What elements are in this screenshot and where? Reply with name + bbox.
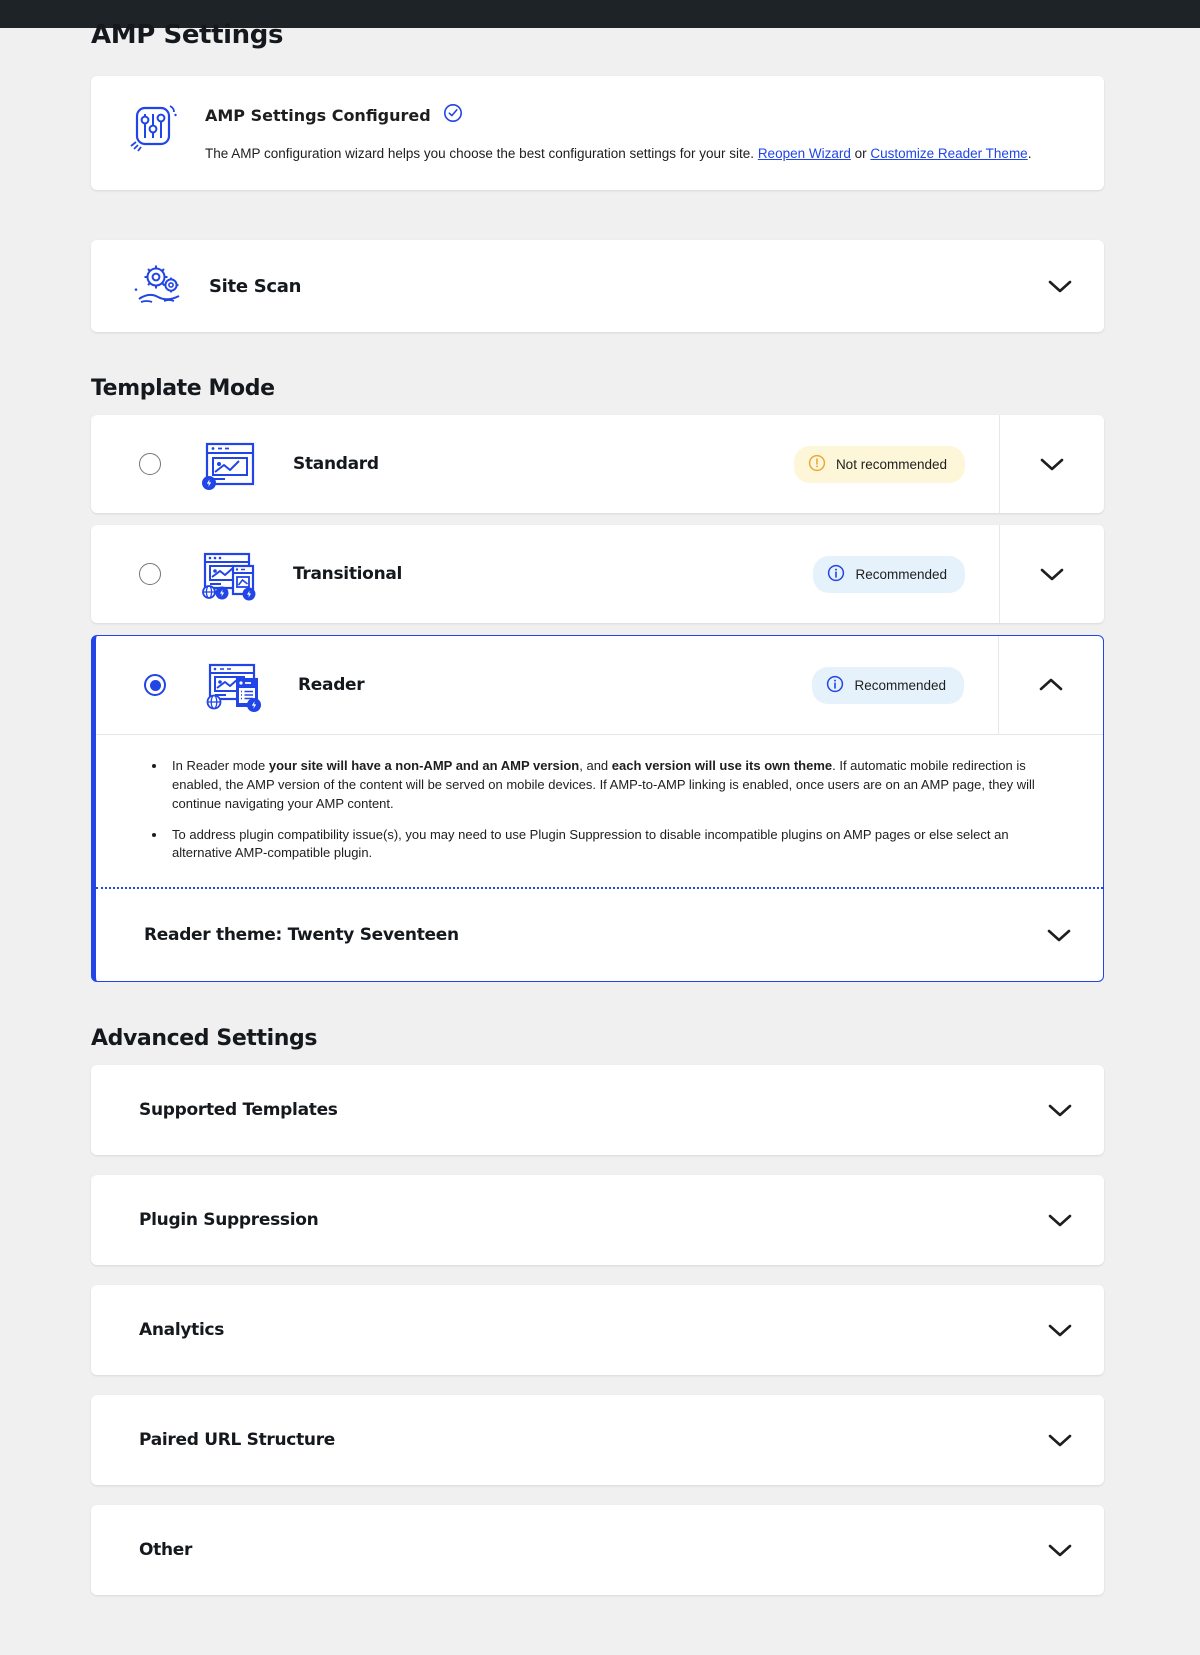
mode-toggle-standard[interactable] (999, 415, 1104, 514)
accordion-label: Other (139, 1540, 193, 1561)
accordion-plugin-suppression[interactable]: Plugin Suppression (91, 1175, 1104, 1266)
desc-text-after: . (1027, 146, 1032, 162)
mode-label-transitional: Transitional (293, 564, 403, 585)
mode-toggle-transitional[interactable] (999, 525, 1104, 624)
site-scan-label: Site Scan (209, 275, 302, 297)
transitional-mode-icon (197, 546, 261, 602)
advanced-settings-title: Advanced Settings (91, 1026, 318, 1052)
customize-reader-theme-link[interactable]: Customize Reader Theme (870, 146, 1027, 161)
amp-configured-card: AMP Settings Configured The AMP configur… (91, 76, 1104, 191)
accordion-label: Analytics (139, 1320, 225, 1341)
template-mode-title: Template Mode (91, 376, 275, 402)
radio-transitional[interactable] (139, 563, 161, 586)
reopen-wizard-link[interactable]: Reopen Wizard (758, 146, 851, 161)
mode-label-standard: Standard (293, 454, 379, 475)
chevron-down-icon[interactable] (1038, 455, 1066, 473)
mode-row[interactable]: Transitional Recommended (91, 525, 1104, 624)
template-mode-option-standard[interactable]: Standard Not recommended (91, 415, 1104, 514)
chevron-up-icon[interactable] (1037, 676, 1065, 694)
configured-heading-text: AMP Settings Configured (205, 105, 431, 125)
chevron-down-icon[interactable] (1046, 1101, 1074, 1119)
list-item: To address plugin compatibility issue(s)… (144, 826, 1063, 863)
template-mode-option-transitional[interactable]: Transitional Recommended (91, 525, 1104, 624)
exclamation-circle-icon (808, 454, 826, 475)
accordion-label: Paired URL Structure (139, 1430, 336, 1451)
bullet1-bold-2: each version will use its own theme (611, 758, 833, 774)
chevron-down-icon[interactable] (1046, 1321, 1074, 1339)
configured-body: AMP Settings Configured The AMP configur… (205, 98, 1031, 164)
bullet1-text-2: , and (579, 758, 612, 774)
reader-mode-details: In Reader mode your site will have a non… (96, 734, 1103, 887)
status-badge-text: Not recommended (835, 456, 947, 472)
mode-toggle-reader[interactable] (998, 636, 1103, 735)
gears-scan-icon (133, 261, 187, 312)
list-item: In Reader mode your site will have a non… (144, 757, 1063, 813)
reader-mode-icon (202, 657, 266, 713)
status-badge-text: Recommended (854, 677, 946, 693)
sliders-icon (123, 98, 181, 161)
site-scan-panel[interactable]: Site Scan (91, 240, 1104, 333)
bullet1-bold-1: your site will have a non-AMP and an AMP… (268, 758, 580, 774)
accordion-label: Plugin Suppression (139, 1210, 319, 1231)
chevron-down-icon[interactable] (1046, 277, 1074, 295)
bullet1-text-1: In Reader mode (172, 758, 269, 774)
chevron-down-icon[interactable] (1045, 926, 1073, 944)
chevron-down-icon[interactable] (1038, 565, 1066, 583)
status-badge-recommended: Recommended (812, 666, 964, 704)
status-badge-not-recommended: Not recommended (793, 445, 965, 483)
mode-row[interactable]: Standard Not recommended (91, 415, 1104, 514)
standard-mode-icon (197, 436, 261, 492)
page-title: AMP Settings (91, 20, 284, 50)
reader-mode-bullet-list: In Reader mode your site will have a non… (144, 757, 1063, 863)
desc-text-middle: or (850, 146, 871, 162)
check-circle-icon (443, 103, 463, 127)
accordion-other[interactable]: Other (91, 1505, 1104, 1596)
accordion-analytics[interactable]: Analytics (91, 1285, 1104, 1376)
configured-heading: AMP Settings Configured (205, 103, 1031, 127)
reader-theme-label: Reader theme: Twenty Seventeen (144, 925, 459, 946)
info-circle-icon (826, 675, 844, 696)
template-mode-option-reader[interactable]: Reader Recommended In Reader mode your s… (91, 635, 1104, 983)
amp-settings-page: AMP Settings AMP Settings Configured The… (0, 20, 1200, 1655)
chevron-down-icon[interactable] (1046, 1431, 1074, 1449)
configured-description: The AMP configuration wizard helps you c… (205, 144, 1031, 164)
chevron-down-icon[interactable] (1046, 1541, 1074, 1559)
accordion-supported-templates[interactable]: Supported Templates (91, 1065, 1104, 1156)
mode-label-reader: Reader (298, 675, 365, 696)
reader-theme-panel[interactable]: Reader theme: Twenty Seventeen (96, 889, 1103, 981)
desc-text-before: The AMP configuration wizard helps you c… (205, 146, 758, 162)
mode-row[interactable]: Reader Recommended (96, 636, 1103, 735)
radio-reader[interactable] (144, 674, 166, 697)
accordion-paired-url-structure[interactable]: Paired URL Structure (91, 1395, 1104, 1486)
radio-standard[interactable] (139, 453, 161, 476)
chevron-down-icon[interactable] (1046, 1211, 1074, 1229)
status-badge-text: Recommended (855, 566, 947, 582)
info-circle-icon (827, 564, 845, 585)
accordion-label: Supported Templates (139, 1100, 338, 1121)
status-badge-recommended: Recommended (813, 555, 965, 593)
